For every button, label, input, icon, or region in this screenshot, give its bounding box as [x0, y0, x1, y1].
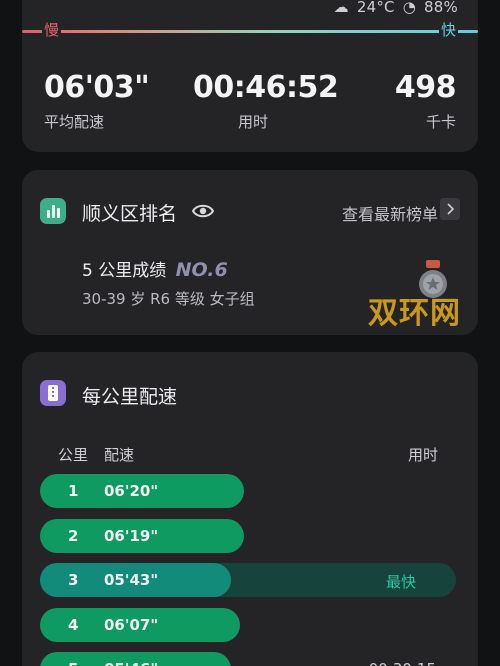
- cloud-icon: ☁: [333, 0, 349, 16]
- battery-text: 88%: [424, 0, 458, 16]
- calories-stat: 498 千卡: [394, 70, 457, 132]
- avg-pace-label: 平均配速: [44, 113, 105, 131]
- duration-value: 00:46:52: [193, 70, 339, 105]
- duration-stat: 00:46:52 用时: [193, 70, 339, 132]
- ranking-title: 顺义区排名: [82, 203, 178, 225]
- column-header-time: 用时: [407, 446, 438, 464]
- km-number: 4: [68, 615, 79, 634]
- km-row: 5 05'46" 00:30:15: [40, 652, 456, 666]
- km-pace: 06'07": [104, 615, 159, 634]
- rank-number: NO.6: [175, 259, 228, 281]
- calories-value: 498: [394, 70, 457, 105]
- km-number: 3: [68, 571, 79, 589]
- km-pace: 06'19": [104, 526, 159, 545]
- km-row: 3 05'43" 最快: [40, 563, 456, 597]
- km-number: 1: [68, 482, 79, 500]
- rank-details: 30-39 岁 R6 等级 女子组: [82, 290, 255, 308]
- km-pace: 06'20": [104, 482, 159, 500]
- km-number: 2: [68, 526, 79, 545]
- column-header-km: 公里: [58, 446, 89, 464]
- result-label: 5 公里成绩: [82, 261, 167, 281]
- km-pace: 05'43": [104, 571, 159, 589]
- slow-label: 慢: [42, 19, 62, 40]
- status-row: ☁ 24°C ◔ 88%: [334, 0, 458, 16]
- fast-label: 快: [438, 19, 458, 40]
- fastest-tag: 最快: [385, 573, 416, 591]
- weather-text: 24°C: [356, 0, 395, 16]
- ranking-card[interactable]: 顺义区排名 查看最新榜单 5 公里成绩 NO.6 30-39 岁 R6 等级 女…: [22, 170, 478, 335]
- rank-result-line: 5 公里成绩 NO.6: [82, 256, 228, 281]
- km-number: 5: [68, 660, 78, 666]
- watermark-logo: 双环网: [368, 296, 461, 331]
- avg-pace-value: 06'03": [44, 70, 150, 105]
- km-row: 2 06'19": [40, 518, 456, 553]
- battery-icon: ◔: [402, 0, 417, 16]
- km-row: 1 06'20": [40, 474, 456, 508]
- pace-gradient-line: [22, 30, 478, 33]
- split-icon: [40, 380, 66, 406]
- calories-label: 千卡: [425, 113, 456, 131]
- duration-label: 用时: [237, 113, 268, 131]
- bar-chart-icon: [40, 198, 66, 224]
- avg-pace-stat: 06'03" 平均配速: [44, 70, 150, 132]
- per-km-title: 每公里配速: [82, 386, 178, 408]
- km-row: 4 06'07": [40, 607, 456, 642]
- km-time: 00:30:15: [369, 660, 436, 666]
- column-header-pace: 配速: [104, 446, 135, 464]
- summary-stats: 06'03" 平均配速 00:46:52 用时 498 千卡: [22, 70, 478, 150]
- chevron-right-icon: [447, 203, 455, 215]
- km-pace: 05'46": [104, 660, 158, 666]
- per-km-pace-card: 每公里配速 公里 配速 用时 1 06'20" 2 06'19" 3 05'43" 最快 4 0…: [22, 352, 478, 666]
- pace-gradient-bar: 慢 快: [22, 19, 478, 40]
- eye-icon[interactable]: [192, 203, 214, 219]
- chevron-right-button[interactable]: [440, 198, 460, 220]
- view-latest-ranking-link[interactable]: 查看最新榜单: [342, 201, 438, 225]
- page: ☁ 24°C ◔ 88% 慢 快 06'03" 平均配速 00:46:52 用时…: [0, 0, 500, 666]
